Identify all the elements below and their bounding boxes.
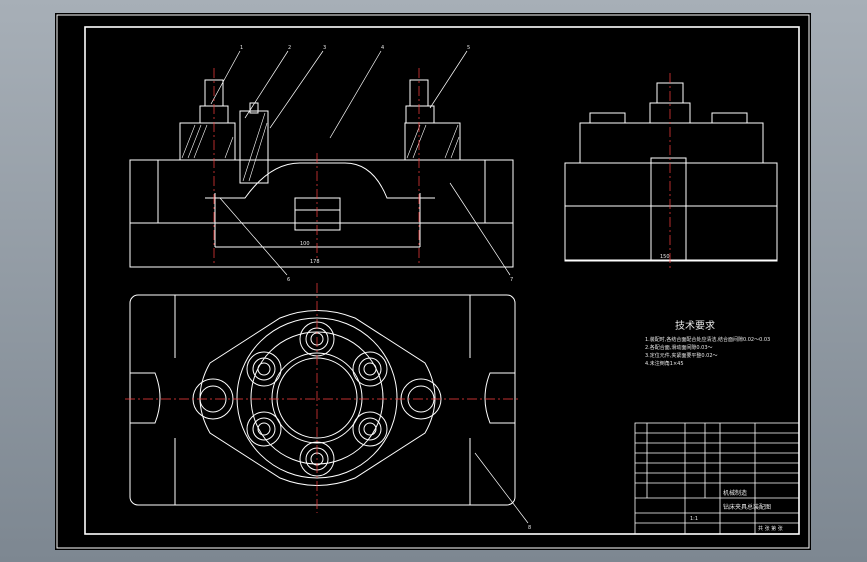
balloon-4: 4	[381, 45, 384, 51]
tech-requirement-3: 3.定位元件,夹紧面要平整0.02～	[645, 352, 718, 359]
balloon-3: 3	[323, 45, 326, 51]
side-view	[564, 82, 778, 262]
diamond-flange	[199, 310, 436, 486]
outer-sheet-border	[56, 14, 810, 549]
balloon-6: 6	[287, 277, 290, 283]
dim-overall-side: 150	[660, 254, 670, 260]
dim-inner: 100	[300, 241, 310, 247]
balloon-2: 2	[288, 45, 291, 51]
title-block	[634, 422, 800, 535]
tech-requirement-2: 2.各配合面,滑动面间隙0.03～	[645, 344, 713, 351]
tech-requirement-1: 1.装配时,各结合面配合处应清洁,结合面间隙0.02～0.03	[645, 336, 770, 343]
front-view	[129, 79, 514, 268]
inner-sheet-border	[84, 26, 800, 535]
title-school: 机械制造	[723, 489, 747, 497]
title-part-name: 钻床夹具总装配图	[723, 503, 771, 511]
tech-requirement-4: 4.未注倒角1×45	[645, 360, 684, 367]
balloon-5: 5	[467, 45, 470, 51]
cad-viewport[interactable]: 100 178 150 1 2 3 4 5 6 7 8 技术要求 1.装配时,各…	[55, 13, 811, 550]
dim-overall-front: 178	[310, 259, 320, 265]
top-view	[129, 294, 516, 506]
drawing-canvas: 100 178 150 1 2 3 4 5 6 7 8 技术要求 1.装配时,各…	[56, 14, 810, 549]
balloon-8: 8	[528, 525, 531, 531]
balloon-7: 7	[510, 277, 513, 283]
center-lines	[125, 68, 671, 513]
title-scale: 1:1	[690, 516, 698, 522]
tech-requirements-title: 技术要求	[675, 319, 715, 332]
title-sheet: 共 张 第 张	[758, 525, 783, 532]
balloon-1: 1	[240, 45, 243, 51]
